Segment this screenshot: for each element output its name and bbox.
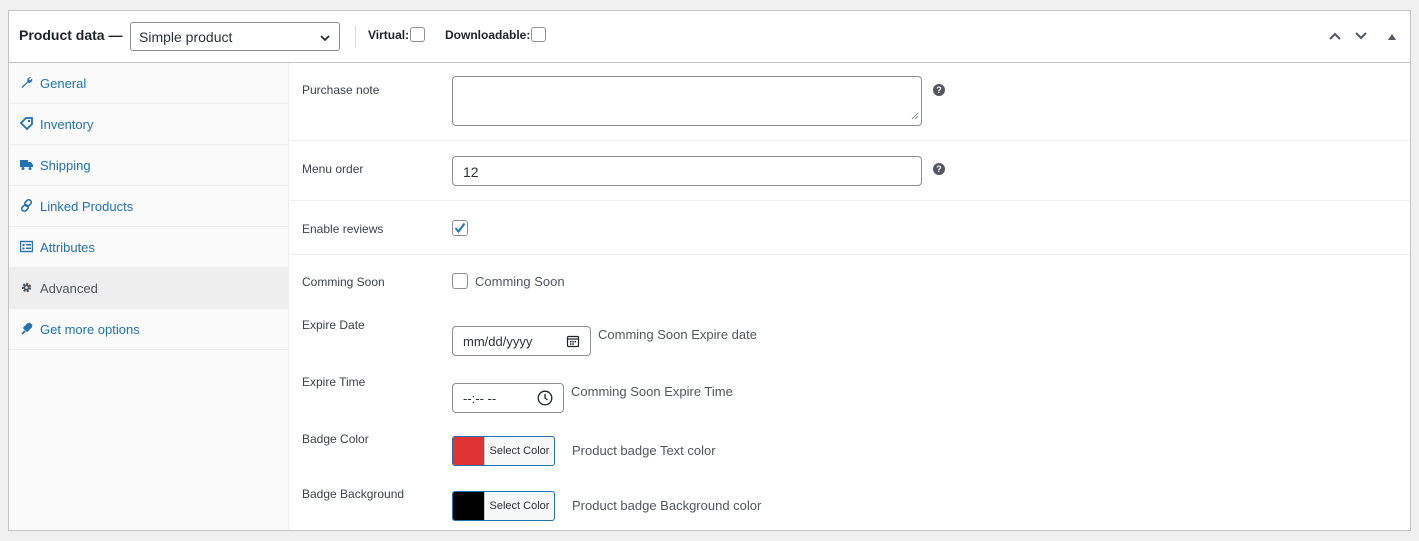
help-icon[interactable]: ? [933, 163, 945, 175]
panel-header: Product data — Simple product Virtual: D… [9, 11, 1410, 63]
downloadable-label: Downloadable: [445, 28, 531, 42]
product-data-tabs: General Inventory Shipping Linked Produc… [9, 63, 289, 530]
tab-inventory[interactable]: Inventory [9, 104, 288, 145]
panel-title: Product data — [19, 27, 123, 43]
tab-shipping[interactable]: Shipping [9, 145, 288, 186]
product-type-value: Simple product [139, 29, 233, 45]
virtual-checkbox[interactable] [410, 27, 425, 42]
wrench-icon [20, 76, 33, 89]
enable-reviews-checkbox[interactable] [452, 220, 468, 236]
tag-icon [19, 117, 33, 131]
badge-background-description: Product badge Background color [572, 498, 762, 513]
purchase-note-label: Purchase note [302, 83, 380, 97]
chevron-down-icon[interactable] [1353, 28, 1369, 47]
tab-get-more-options[interactable]: Get more options [9, 309, 288, 350]
checkmark-icon [454, 222, 466, 234]
menu-order-input[interactable]: 12 [452, 156, 922, 186]
menu-order-label: Menu order [302, 162, 364, 176]
expire-time-description: Comming Soon Expire Time [571, 384, 733, 399]
calendar-icon[interactable] [566, 334, 580, 351]
product-type-select[interactable]: Simple product [130, 22, 340, 51]
tab-attributes[interactable]: Attributes [9, 227, 288, 268]
row-divider [290, 254, 1410, 255]
list-icon [19, 240, 34, 253]
purchase-note-textarea[interactable] [452, 76, 922, 126]
coming-soon-label: Comming Soon [302, 275, 385, 289]
product-data-panel: Product data — Simple product Virtual: D… [8, 10, 1411, 531]
coming-soon-checkbox[interactable] [452, 273, 468, 289]
tab-label: Advanced [40, 281, 98, 296]
tab-label: Get more options [40, 322, 140, 337]
row-divider [290, 200, 1410, 201]
advanced-options-panel: Purchase note ? Menu order 12 ? Enable r… [290, 63, 1410, 530]
color-swatch [453, 492, 484, 520]
plugin-icon [20, 322, 33, 335]
badge-color-label: Badge Color [302, 432, 369, 446]
tab-label: Shipping [40, 158, 91, 173]
enable-reviews-label: Enable reviews [302, 222, 384, 236]
tab-label: Linked Products [40, 199, 134, 214]
help-icon[interactable]: ? [933, 84, 945, 96]
badge-color-picker-button[interactable]: Select Color [452, 436, 555, 466]
tab-general[interactable]: General [9, 63, 288, 104]
badge-color-description: Product badge Text color [572, 443, 716, 458]
coming-soon-checkbox-label[interactable]: Comming Soon [475, 274, 565, 289]
clock-icon[interactable] [537, 390, 553, 409]
header-divider [355, 26, 356, 48]
chevron-down-icon [319, 31, 331, 47]
row-divider [290, 140, 1410, 141]
expire-time-input[interactable]: --:-- -- [452, 383, 564, 413]
resize-grip-icon[interactable] [911, 108, 919, 123]
expire-date-description: Comming Soon Expire date [598, 327, 757, 342]
chevron-up-icon[interactable] [1327, 28, 1343, 47]
badge-background-picker-button[interactable]: Select Color [452, 491, 555, 521]
gear-icon [20, 281, 33, 294]
tab-label: Attributes [40, 240, 95, 255]
link-icon [20, 198, 33, 213]
select-color-label: Select Color [484, 492, 554, 520]
tab-label: General [40, 76, 87, 91]
expire-date-label: Expire Date [302, 318, 365, 332]
tab-label: Inventory [40, 117, 94, 132]
virtual-label: Virtual: [368, 28, 410, 42]
truck-icon [20, 158, 33, 171]
tab-advanced[interactable]: Advanced [9, 268, 288, 309]
badge-background-label: Badge Background [302, 487, 405, 501]
downloadable-checkbox[interactable] [531, 27, 546, 42]
tab-linked-products[interactable]: Linked Products [9, 186, 288, 227]
color-swatch [453, 437, 484, 465]
collapse-triangle-icon[interactable] [1387, 30, 1397, 45]
select-color-label: Select Color [484, 437, 554, 465]
expire-time-label: Expire Time [302, 375, 366, 389]
expire-date-input[interactable]: mm/dd/yyyy [452, 326, 591, 356]
